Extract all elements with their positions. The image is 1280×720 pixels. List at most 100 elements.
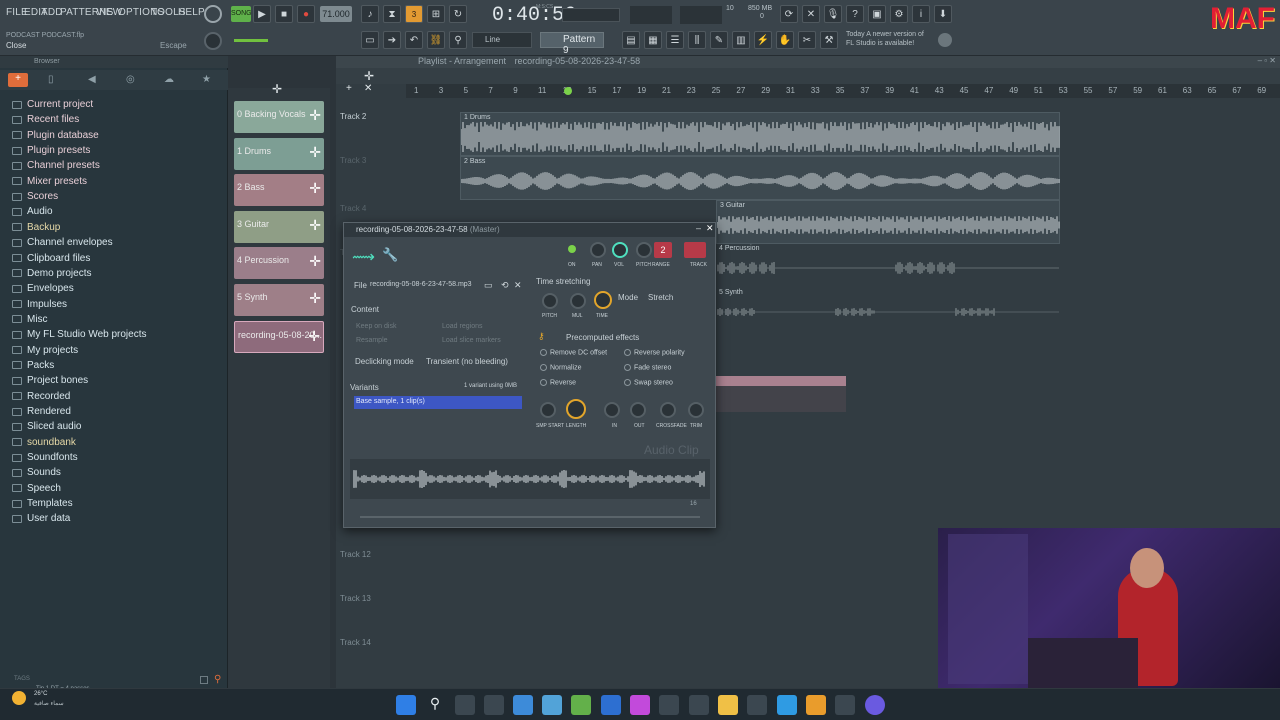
app-icon-9[interactable] bbox=[747, 695, 767, 715]
main-volume-slider[interactable] bbox=[234, 39, 268, 42]
app-icon-6[interactable] bbox=[630, 695, 650, 715]
close-track-icon[interactable]: ✕ bbox=[364, 83, 372, 94]
add-pattern-icon[interactable]: ✛ bbox=[309, 217, 321, 234]
browser-item[interactable]: My projects bbox=[12, 343, 78, 358]
browser-item[interactable]: soundbank bbox=[12, 435, 76, 450]
length-knob[interactable] bbox=[566, 399, 586, 419]
load-regions[interactable]: Load regions bbox=[442, 323, 482, 330]
on-led[interactable] bbox=[568, 245, 576, 253]
windows-start-icon[interactable] bbox=[396, 695, 416, 715]
playlist-clip[interactable]: 1 Drums bbox=[460, 112, 1060, 156]
radio-button[interactable] bbox=[540, 379, 547, 386]
mixer-icon[interactable]: ⫼ bbox=[688, 31, 706, 49]
browser-item[interactable]: Misc bbox=[12, 312, 48, 327]
mode-select[interactable]: Stretch bbox=[648, 293, 673, 302]
browser-item[interactable]: Demo projects bbox=[12, 266, 91, 281]
crossfade-knob[interactable] bbox=[660, 402, 676, 418]
playlist-icon[interactable]: ▤ bbox=[622, 31, 640, 49]
ts-mul-knob[interactable] bbox=[570, 293, 586, 309]
tempo-display[interactable]: 71.000 bbox=[320, 6, 352, 22]
channel-rack-icon[interactable]: ☰ bbox=[666, 31, 684, 49]
browser-item[interactable]: Speech bbox=[12, 481, 61, 496]
news-settings-icon[interactable] bbox=[938, 33, 952, 47]
declicking-select[interactable]: Transient (no bleeding) bbox=[426, 357, 508, 366]
browser-item[interactable]: Mixer presets bbox=[12, 174, 87, 189]
weather-desc[interactable]: سماء صافية bbox=[34, 700, 64, 707]
microphone-icon[interactable]: 🎙 bbox=[824, 5, 842, 23]
pattern-item[interactable]: 4 Percussion ✛ bbox=[234, 247, 324, 280]
add-pattern-icon[interactable]: ✛ bbox=[309, 144, 321, 161]
add-pattern-icon[interactable]: ✛ bbox=[309, 107, 321, 124]
browser-item[interactable]: Backup bbox=[12, 220, 60, 235]
browser-star-icon[interactable]: ★ bbox=[202, 74, 211, 85]
app-icon-5[interactable] bbox=[601, 695, 621, 715]
save-icon[interactable]: ▣ bbox=[868, 5, 886, 23]
arrow-icon[interactable]: ➔ bbox=[383, 31, 401, 49]
app-icon-2[interactable] bbox=[513, 695, 533, 715]
file-name[interactable]: recording-05-08-6-23-47-58.mp3 bbox=[370, 281, 472, 288]
out-knob[interactable] bbox=[630, 402, 646, 418]
app-icon-3[interactable] bbox=[542, 695, 562, 715]
playlist-clip[interactable]: 3 Guitar bbox=[716, 200, 1060, 244]
wrench-icon[interactable]: 🔧 bbox=[382, 247, 398, 263]
effect-option[interactable]: Remove DC offset bbox=[540, 349, 607, 356]
reload-icon[interactable]: ⟲ bbox=[501, 280, 509, 291]
browser-item[interactable]: Scores bbox=[12, 189, 58, 204]
browser-item[interactable]: Project bones bbox=[12, 373, 88, 388]
keep-on-disk[interactable]: Keep on disk bbox=[356, 323, 396, 330]
in-knob[interactable] bbox=[604, 402, 620, 418]
add-pattern-icon[interactable]: ✛ bbox=[309, 290, 321, 307]
remove-file-icon[interactable]: ✕ bbox=[514, 280, 522, 291]
browser-all-icon[interactable]: + bbox=[8, 73, 28, 87]
browser-item[interactable]: Current project bbox=[12, 97, 93, 112]
vol-knob[interactable] bbox=[612, 242, 628, 258]
search-icon[interactable]: ⚲ bbox=[214, 674, 221, 685]
master-volume-slider[interactable] bbox=[562, 8, 620, 22]
minimize-icon[interactable]: – bbox=[696, 223, 701, 233]
playhead-marker[interactable] bbox=[564, 87, 572, 95]
browser-item[interactable]: Clipboard files bbox=[12, 251, 90, 266]
move-icon[interactable]: ✛ bbox=[364, 69, 374, 83]
effect-option[interactable]: Swap stereo bbox=[624, 379, 673, 386]
loop-record-icon[interactable]: ↻ bbox=[449, 5, 467, 23]
help-icon[interactable]: ? bbox=[846, 5, 864, 23]
track-header[interactable]: Track 13 bbox=[336, 594, 406, 603]
browser-item[interactable]: Recent files bbox=[12, 112, 79, 127]
countdown-icon[interactable]: 3 bbox=[405, 5, 423, 23]
browser-back-icon[interactable]: ◀ bbox=[88, 74, 96, 85]
weather-icon[interactable] bbox=[12, 691, 26, 705]
load-slice-markers[interactable]: Load slice markers bbox=[442, 337, 501, 344]
piano-roll-icon[interactable]: ▦ bbox=[644, 31, 662, 49]
tools-icon[interactable]: ⚒ bbox=[820, 31, 838, 49]
news-line1[interactable]: Today A newer version of bbox=[846, 31, 924, 38]
record-icon[interactable]: ● bbox=[297, 5, 315, 23]
timeline-ruler[interactable]: 1357911131517192123252729313335373941434… bbox=[406, 84, 1280, 98]
browser-item[interactable]: Sounds bbox=[12, 465, 61, 480]
browser-item[interactable]: Soundfonts bbox=[12, 450, 78, 465]
effect-option[interactable]: Reverse polarity bbox=[624, 349, 685, 356]
browser-item[interactable]: Packs bbox=[12, 358, 54, 373]
browser-item[interactable]: Templates bbox=[12, 496, 73, 511]
radio-button[interactable] bbox=[540, 364, 547, 371]
wave-icon[interactable]: ⟿ bbox=[352, 247, 375, 267]
plugin-icon[interactable]: ⚙ bbox=[890, 5, 908, 23]
fl-studio-icon[interactable] bbox=[806, 695, 826, 715]
track-select[interactable] bbox=[684, 242, 706, 258]
link-icon[interactable]: ⛓ bbox=[427, 31, 445, 49]
export-icon[interactable]: ⬇ bbox=[934, 5, 952, 23]
playlist-clip[interactable]: 4 Percussion bbox=[716, 244, 1060, 288]
radio-button[interactable] bbox=[540, 349, 547, 356]
browser-item[interactable]: Channel envelopes bbox=[12, 235, 113, 250]
browser-item[interactable]: My FL Studio Web projects bbox=[12, 327, 147, 342]
stamp-icon[interactable]: ⚲ bbox=[449, 31, 467, 49]
editor-icon[interactable]: ✎ bbox=[710, 31, 728, 49]
pitch-knob[interactable] bbox=[636, 242, 652, 258]
picker-arrow-icon[interactable]: ✛ bbox=[272, 82, 282, 96]
ts-time-knob[interactable] bbox=[594, 291, 612, 309]
pattern-item[interactable]: 5 Synth ✛ bbox=[234, 284, 324, 316]
tag-filter-icon[interactable] bbox=[200, 676, 208, 684]
dialog-title-bar[interactable]: recording-05-08-2026-23-47-58 (Master) bbox=[344, 223, 715, 237]
radio-button[interactable] bbox=[624, 364, 631, 371]
app-icon-7[interactable] bbox=[659, 695, 679, 715]
playlist-clip[interactable]: 5 Synth bbox=[716, 288, 1060, 332]
